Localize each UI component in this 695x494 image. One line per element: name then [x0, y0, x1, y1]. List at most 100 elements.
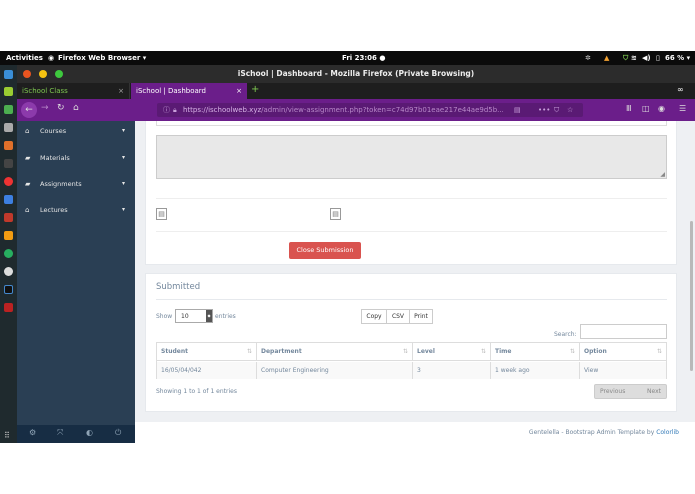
wifi-icon[interactable]: ≋ — [631, 54, 637, 62]
close-tab-icon[interactable]: × — [118, 83, 124, 99]
sidebar-item-courses[interactable]: ⌂ Courses ▾ — [17, 121, 135, 141]
volume-icon[interactable]: ◀) — [642, 54, 651, 62]
new-tab-button[interactable]: + — [251, 84, 259, 95]
csv-button[interactable]: CSV — [386, 309, 410, 324]
file-icon[interactable]: ▤ — [330, 208, 341, 220]
book-icon: ▰ — [25, 154, 31, 162]
copy-button[interactable]: Copy — [361, 309, 387, 324]
page-actions-icon[interactable]: ••• — [538, 103, 550, 117]
app-menu[interactable]: Firefox Web Browser ▾ — [58, 54, 146, 62]
close-submission-button[interactable]: Close Submission — [289, 242, 361, 259]
browser-toolbar: ← → ↻ ⌂ ⓘ 🔒︎ https://ischoolweb.xyz/admi… — [17, 85, 695, 121]
reload-icon[interactable]: ↻ — [57, 103, 65, 113]
tab-ischool-dashboard[interactable]: iSchool | Dashboard × — [131, 83, 247, 99]
show-apps-icon[interactable]: ⠿ — [4, 431, 13, 440]
select-arrow-icon: ◆ — [206, 310, 212, 322]
next-page-button[interactable]: Next — [647, 385, 661, 399]
column-header-department[interactable]: Department ⇅ — [257, 343, 413, 361]
print-button[interactable]: Print — [409, 309, 433, 324]
sidebar-item-label: Courses — [40, 127, 67, 135]
view-link[interactable]: View — [580, 362, 666, 379]
footer-text: Gentelella - Bootstrap Admin Template by — [528, 429, 657, 436]
back-icon[interactable]: ← — [21, 102, 37, 118]
window-titlebar: iSchool | Dashboard - Mozilla Firefox (P… — [17, 65, 695, 83]
column-header-level[interactable]: Level ⇅ — [413, 343, 491, 361]
sort-icon: ⇅ — [656, 348, 662, 355]
application-dock: ⠿ — [0, 65, 17, 443]
resize-handle-icon[interactable]: ◢ — [660, 171, 665, 178]
window-title: iSchool | Dashboard - Mozilla Firefox (P… — [237, 69, 475, 78]
firefox-logo-icon: ◉ — [48, 54, 55, 62]
lock-icon[interactable]: ◐ — [86, 428, 93, 437]
colorlib-link[interactable]: Colorlib — [656, 429, 679, 436]
store-app-icon[interactable] — [4, 141, 13, 150]
clock[interactable]: Fri 23:06 ● — [342, 54, 385, 62]
monitor-app-icon[interactable] — [4, 159, 13, 168]
entries-select[interactable]: 10 ◆ — [175, 309, 213, 323]
terminal-app-icon[interactable] — [4, 105, 13, 114]
column-header-option[interactable]: Option ⇅ — [580, 343, 666, 361]
sidebar-item-assignments[interactable]: ▰ Assignments ▾ — [17, 174, 135, 194]
lock-icon[interactable]: 🔒︎ — [173, 103, 177, 117]
disk-app-icon[interactable] — [4, 123, 13, 132]
chat-app-icon[interactable] — [4, 249, 13, 258]
mail-app-icon[interactable] — [4, 213, 13, 222]
text-editor-icon[interactable] — [4, 87, 13, 96]
lightning-app-icon[interactable] — [4, 231, 13, 240]
sidebar: ⌂ Courses ▾ ▰ Materials ▾ ▰ Assignments … — [17, 121, 135, 443]
tab-ischool-class[interactable]: iSchool Class × — [17, 83, 130, 99]
submission-panel: ◢ ▤ ▤ Close Submission — [145, 121, 677, 265]
battery-icon[interactable]: ▯ — [656, 54, 660, 62]
scrollbar-thumb[interactable] — [690, 221, 693, 371]
file-icon[interactable]: ▤ — [156, 208, 167, 220]
page-scrollbar[interactable] — [689, 121, 694, 422]
tab-label: iSchool Class — [22, 87, 68, 95]
submission-textarea[interactable]: ◢ — [156, 135, 667, 179]
home-icon[interactable]: ⌂ — [73, 103, 79, 113]
bookmark-star-icon[interactable]: ☆ — [567, 103, 573, 117]
activities-button[interactable]: Activities — [6, 54, 43, 62]
sort-icon: ⇅ — [402, 348, 408, 355]
forward-icon[interactable]: → — [41, 103, 49, 113]
sidebar-item-materials[interactable]: ▰ Materials ▾ — [17, 148, 135, 168]
brightness-icon[interactable]: ✲ — [585, 54, 591, 62]
library-icon[interactable]: Ⅲ — [626, 104, 632, 113]
code-editor-icon[interactable] — [4, 195, 13, 204]
logout-icon[interactable]: ⏻ — [115, 428, 121, 438]
chevron-down-icon: ▾ — [121, 180, 125, 187]
main-area: ◢ ▤ ▤ Close Submission Submitted Show 10… — [135, 121, 695, 443]
info-icon[interactable]: ⓘ — [163, 103, 170, 117]
cell-time: 1 week ago — [491, 362, 580, 379]
chevron-down-icon: ▾ — [121, 154, 125, 161]
previous-page-button[interactable]: Previous — [600, 385, 625, 399]
submitted-panel: Submitted Show 10 ◆ entries Copy CSV Pri… — [145, 273, 677, 412]
reader-view-icon[interactable]: ▤ — [514, 103, 521, 117]
url-bar[interactable]: ⓘ 🔒︎ https://ischoolweb.xyz/admin/view-a… — [157, 103, 583, 117]
close-tab-icon[interactable]: × — [236, 83, 242, 99]
hamburger-menu-icon[interactable]: ☰ — [679, 104, 686, 113]
home-icon: ⌂ — [25, 206, 30, 214]
search-input[interactable] — [580, 324, 667, 339]
desktop-screen: Activities ◉ Firefox Web Browser ▾ Fri 2… — [0, 51, 695, 443]
browser-app-icon[interactable] — [4, 177, 13, 186]
steam-app-icon[interactable] — [4, 285, 13, 294]
column-header-student[interactable]: Student ⇅ — [157, 343, 257, 361]
shield-icon[interactable]: ⛉ — [623, 54, 628, 63]
book-icon: ▰ — [25, 180, 31, 188]
column-header-time[interactable]: Time ⇅ — [491, 343, 580, 361]
chrome-app-icon[interactable] — [4, 267, 13, 276]
sidebar-footer: ⚙ ⤧ ◐ ⏻ — [17, 425, 135, 443]
pocket-icon[interactable]: ⛉ — [554, 103, 559, 117]
fullscreen-icon[interactable]: ⤧ — [57, 428, 63, 438]
vlc-icon[interactable]: ▲ — [604, 54, 609, 62]
sidebar-toggle-icon[interactable]: ◫ — [642, 104, 650, 113]
files-app-icon[interactable] — [4, 70, 13, 79]
battery-status[interactable]: 66 % ▾ — [665, 54, 690, 62]
entries-label: entries — [215, 313, 236, 320]
filezilla-app-icon[interactable] — [4, 303, 13, 312]
table-info: Showing 1 to 1 of 1 entries — [156, 388, 237, 395]
sidebar-item-lectures[interactable]: ⌂ Lectures ▾ — [17, 200, 135, 220]
account-icon[interactable]: ◉ — [658, 104, 665, 113]
settings-icon[interactable]: ⚙ — [29, 428, 36, 437]
submission-table-remnant — [156, 121, 667, 126]
